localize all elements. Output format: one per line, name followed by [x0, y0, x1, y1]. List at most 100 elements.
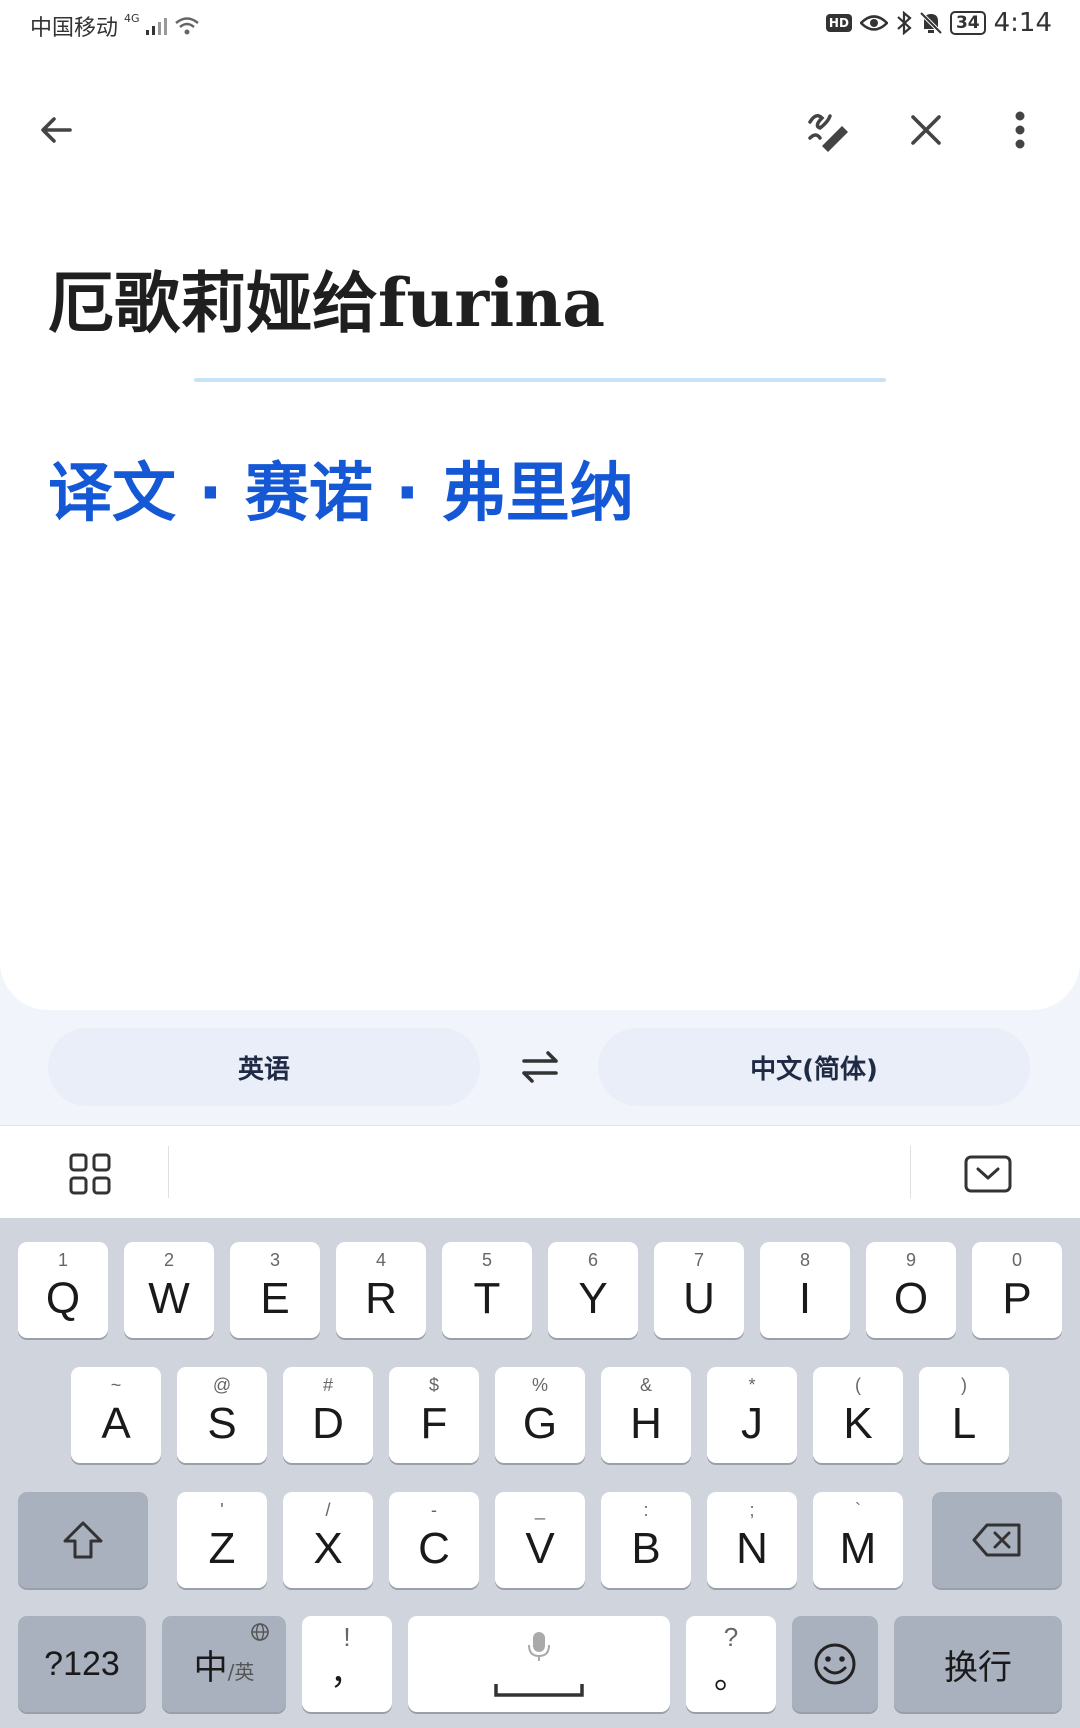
toolbar-separator — [168, 1146, 169, 1198]
key-hint: 1 — [57, 1250, 68, 1270]
key-c[interactable]: -C — [389, 1492, 479, 1588]
key-label: J — [741, 1399, 763, 1448]
key-hint: ~ — [110, 1375, 122, 1395]
key-label: I — [798, 1274, 812, 1323]
key-hint: 3 — [269, 1250, 280, 1270]
period-key[interactable]: ?。 — [686, 1616, 776, 1712]
bluetooth-icon — [897, 11, 912, 35]
key-hint: 0 — [1011, 1250, 1022, 1270]
key-hint: % — [531, 1375, 548, 1395]
key-f[interactable]: $ F — [389, 1367, 479, 1463]
key-hint: * — [748, 1375, 756, 1395]
keyboard-apps-button[interactable] — [60, 1146, 120, 1202]
keyboard-toolbar — [0, 1125, 1080, 1218]
key-b[interactable]: :B — [601, 1492, 691, 1588]
translation-card: 厄歌莉娅给furina 译文 · 赛诺 · 弗里纳 — [0, 50, 1080, 1010]
backspace-icon — [972, 1523, 1021, 1557]
keyboard-collapse-icon — [964, 1155, 1012, 1193]
key-hint: ( — [855, 1375, 861, 1395]
language-bar: 英语 中文(简体) — [0, 1010, 1080, 1125]
key-hint: 9 — [905, 1250, 916, 1270]
shift-arrow-icon — [63, 1521, 103, 1559]
source-text[interactable]: 厄歌莉娅给furina — [48, 250, 605, 346]
key-x[interactable]: / X — [283, 1492, 373, 1588]
key-hint: 7 — [693, 1250, 704, 1270]
key-d[interactable]: # D — [283, 1367, 373, 1463]
key-u[interactable]: 7U — [654, 1242, 744, 1338]
key-label: Y — [578, 1274, 608, 1323]
hide-keyboard-button[interactable] — [958, 1146, 1018, 1202]
key-label: B — [631, 1524, 661, 1573]
clock: 4:14 — [993, 8, 1052, 38]
key-hint: 6 — [587, 1250, 598, 1270]
key-label: A — [101, 1399, 131, 1448]
key-h[interactable]: & H — [601, 1367, 691, 1463]
key-p[interactable]: 0P — [972, 1242, 1062, 1338]
status-left: 中国移动 4G — [30, 10, 200, 42]
key-j[interactable]: * J — [707, 1367, 797, 1463]
shift-key[interactable] — [18, 1492, 148, 1588]
swap-languages-button[interactable] — [510, 1040, 570, 1094]
key-v[interactable]: _ V — [495, 1492, 585, 1588]
key-hint: ; — [749, 1500, 755, 1520]
numbers-key[interactable]: ?123 — [18, 1616, 146, 1712]
smiley-icon — [814, 1643, 856, 1685]
key-g[interactable]: % G — [495, 1367, 585, 1463]
comma-key[interactable]: !， — [302, 1616, 392, 1712]
key-n[interactable]: ; N — [707, 1492, 797, 1588]
emoji-key[interactable] — [792, 1616, 878, 1712]
source-language-button[interactable]: 英语 — [48, 1028, 480, 1106]
backspace-key[interactable] — [932, 1492, 1062, 1588]
key-label: M — [839, 1524, 877, 1573]
target-language-button[interactable]: 中文(简体) — [598, 1028, 1030, 1106]
key-a[interactable]: ~ A — [71, 1367, 161, 1463]
space-bar-icon — [494, 1684, 584, 1697]
key-label: 换行 — [944, 1648, 1012, 1687]
key-o[interactable]: 9O — [866, 1242, 956, 1338]
key-m[interactable]: ` M — [813, 1492, 903, 1588]
key-s[interactable]: @ S — [177, 1367, 267, 1463]
keyboard: 1Q 2W 3E 4R 5T 6Y 7U 8I 9O 0P ~ A @ S # D $… — [0, 1218, 1080, 1728]
key-r[interactable]: 4R — [336, 1242, 426, 1338]
key-label: 。 — [714, 1658, 748, 1696]
divider — [194, 378, 886, 382]
key-hint: 2 — [163, 1250, 174, 1270]
key-label: O — [893, 1274, 929, 1323]
key-k[interactable]: (K — [813, 1367, 903, 1463]
language-switch-key[interactable]: 中/英 — [162, 1616, 286, 1712]
key-z[interactable]: ' Z — [177, 1492, 267, 1588]
more-options-button[interactable] — [988, 98, 1052, 162]
key-hint: @ — [212, 1375, 232, 1395]
key-label: Z — [208, 1524, 236, 1573]
key-label: 中 — [193, 1647, 228, 1688]
key-t[interactable]: 5T — [442, 1242, 532, 1338]
handwriting-button[interactable] — [796, 98, 860, 162]
key-q[interactable]: 1Q — [18, 1242, 108, 1338]
key-w[interactable]: 2W — [124, 1242, 214, 1338]
key-hint: 5 — [481, 1250, 492, 1270]
key-l[interactable]: ) L — [919, 1367, 1009, 1463]
key-i[interactable]: 8I — [760, 1242, 850, 1338]
key-label: V — [525, 1524, 555, 1573]
key-y[interactable]: 6Y — [548, 1242, 638, 1338]
key-label: U — [683, 1274, 715, 1323]
status-bar: 中国移动 4G HD 34 4:14 — [0, 0, 1080, 50]
enter-key[interactable]: 换行 — [894, 1616, 1062, 1712]
key-hint: ) — [961, 1375, 967, 1395]
key-hint: # — [322, 1375, 333, 1395]
clear-button[interactable] — [894, 98, 958, 162]
key-hint: _ — [534, 1500, 545, 1520]
key-hint: / — [325, 1500, 331, 1520]
key-label: S — [207, 1399, 237, 1448]
space-key[interactable] — [408, 1616, 670, 1712]
signal-icon — [145, 18, 167, 35]
key-label: W — [148, 1274, 190, 1323]
key-label: Q — [45, 1274, 81, 1323]
eye-icon — [859, 15, 888, 31]
microphone-icon — [528, 1632, 550, 1661]
key-label: T — [473, 1274, 501, 1323]
mute-bell-icon — [919, 11, 942, 35]
back-button[interactable] — [24, 98, 88, 162]
key-e[interactable]: 3E — [230, 1242, 320, 1338]
key-label: D — [312, 1399, 344, 1448]
